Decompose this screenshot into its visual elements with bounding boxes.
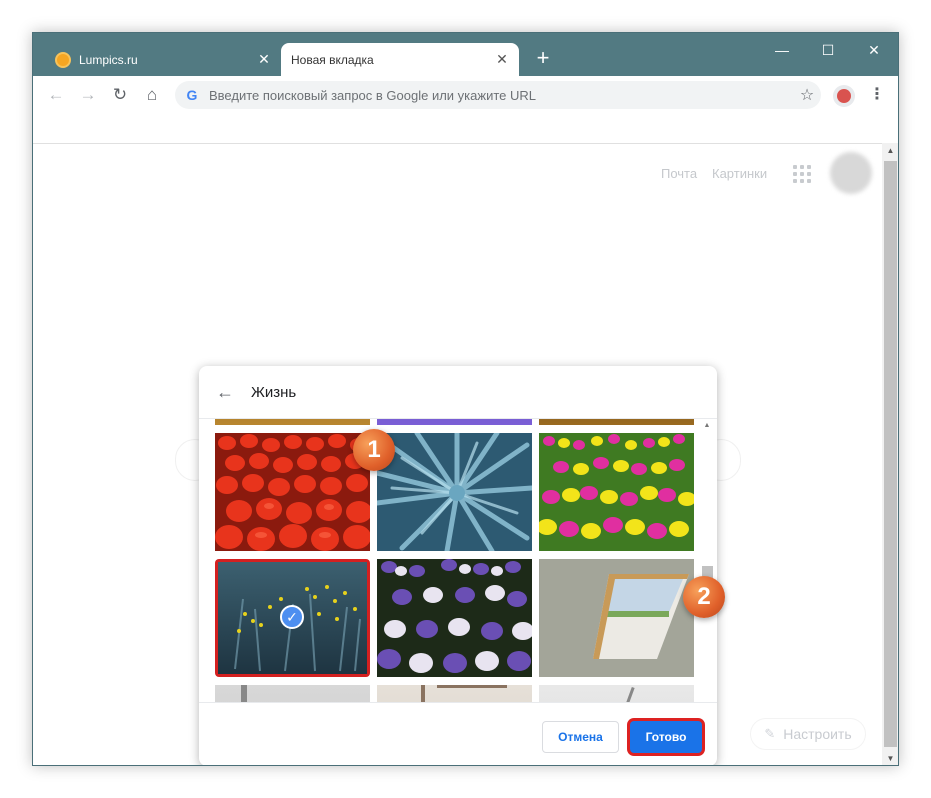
image-tile-crocuses[interactable] <box>377 559 532 677</box>
back-arrow-icon[interactable]: ← <box>215 382 235 403</box>
dialog-title: Жизнь <box>251 383 297 401</box>
customize-label: Настроить <box>783 726 852 742</box>
done-button[interactable]: Готово <box>630 721 702 753</box>
customize-button[interactable]: ✎ Настроить <box>750 718 866 750</box>
new-tab-button[interactable]: + <box>531 46 555 70</box>
close-tab-icon[interactable]: ✕ <box>253 51 275 68</box>
close-window-button[interactable]: ✕ <box>851 38 897 62</box>
image-tile-selected[interactable]: ✓ <box>215 559 370 677</box>
image-tile-blue-agave[interactable] <box>377 433 532 551</box>
page-scrollbar[interactable]: ▲ ▼ <box>882 143 898 765</box>
avatar[interactable] <box>830 152 872 194</box>
google-g-icon: G <box>186 87 198 103</box>
tab-lumpics[interactable]: Lumpics.ru ✕ <box>41 43 281 76</box>
image-tile-tulip-field[interactable] <box>539 433 694 551</box>
back-arrow-icon[interactable]: ← <box>43 82 69 108</box>
lumpics-favicon-icon <box>55 51 71 68</box>
menu-dots-icon[interactable]: ⋮ <box>867 83 887 107</box>
image-tile-skylight[interactable] <box>539 559 694 677</box>
checkmark-icon: ✓ <box>280 605 304 629</box>
background-picker-dialog: ← Жизнь ✓ ▲ Отмена Готово <box>199 366 717 765</box>
dialog-header: ← Жизнь <box>199 366 717 419</box>
apps-grid-icon[interactable] <box>793 165 811 183</box>
cancel-button[interactable]: Отмена <box>542 721 619 753</box>
scroll-up-arrow-icon[interactable]: ▲ <box>882 145 898 157</box>
browser-window: Lumpics.ru ✕ Новая вкладка ✕ + — ☐ ✕ ← →… <box>32 32 899 766</box>
scroll-down-arrow-icon[interactable]: ▼ <box>882 753 898 765</box>
address-bar[interactable]: G Введите поисковый запрос в Google или … <box>175 81 821 109</box>
close-tab-icon[interactable]: ✕ <box>491 51 513 68</box>
bookmark-star-icon[interactable]: ☆ <box>793 85 821 105</box>
extension-icon[interactable] <box>833 85 855 107</box>
image-tile-red-tulips[interactable] <box>215 433 370 551</box>
reload-icon[interactable]: ↻ <box>107 82 133 108</box>
blue-agave-image <box>377 433 532 551</box>
title-bar: Lumpics.ru ✕ Новая вкладка ✕ + — ☐ ✕ <box>33 33 898 76</box>
address-placeholder[interactable]: Введите поисковый запрос в Google или ук… <box>209 88 793 103</box>
tab-title: Новая вкладка <box>291 52 374 67</box>
minimize-button[interactable]: — <box>759 38 805 62</box>
maximize-button[interactable]: ☐ <box>805 38 851 62</box>
scroll-up-arrow-icon[interactable]: ▲ <box>701 421 713 431</box>
step-2-badge: 2 <box>683 576 725 618</box>
tab-new-tab[interactable]: Новая вкладка ✕ <box>281 43 519 76</box>
skylight-image <box>539 559 694 677</box>
crocuses-image <box>377 559 532 677</box>
images-link[interactable]: Картинки <box>712 166 767 181</box>
red-tulips-image <box>215 433 370 551</box>
scrollbar-thumb[interactable] <box>884 161 897 747</box>
tab-title: Lumpics.ru <box>79 52 138 67</box>
new-tab-page: Почта Картинки ✎ Настроить ← Жизнь ✓ ▲ О… <box>33 143 882 765</box>
image-tile[interactable] <box>377 419 532 425</box>
browser-toolbar: ← → ↻ ⌂ G Введите поисковый запрос в Goo… <box>33 76 898 114</box>
step-1-badge: 1 <box>353 429 395 471</box>
dialog-scrollbar[interactable]: ▲ <box>699 419 715 702</box>
home-icon[interactable]: ⌂ <box>139 82 165 108</box>
image-tile[interactable] <box>215 685 370 702</box>
image-tile[interactable] <box>539 419 694 425</box>
image-tile[interactable] <box>539 685 694 702</box>
image-grid: ✓ <box>199 419 717 702</box>
dialog-footer: Отмена Готово <box>199 702 717 765</box>
mail-link[interactable]: Почта <box>661 166 697 181</box>
image-tile[interactable] <box>377 685 532 702</box>
forward-arrow-icon[interactable]: → <box>75 82 101 108</box>
pencil-icon: ✎ <box>764 726 776 741</box>
image-tile[interactable] <box>215 419 370 425</box>
tulip-field-image <box>539 433 694 551</box>
